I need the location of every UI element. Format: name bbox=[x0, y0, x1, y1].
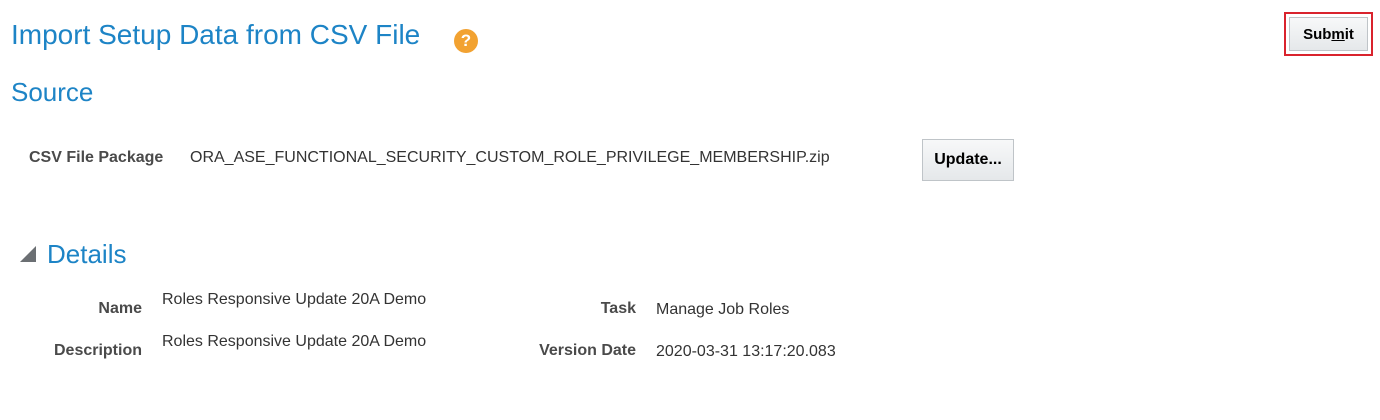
submit-label-post: it bbox=[1344, 25, 1354, 43]
task-label: Task bbox=[600, 300, 636, 317]
submit-focus-outline: Sub m it bbox=[1284, 12, 1373, 56]
submit-label-mnemonic: m bbox=[1331, 25, 1345, 43]
version-date-label: Version Date bbox=[539, 342, 636, 359]
submit-label-pre: Sub bbox=[1303, 25, 1332, 43]
task-value: Manage Job Roles bbox=[656, 301, 790, 318]
help-icon[interactable]: ? bbox=[454, 29, 478, 53]
csv-file-package-label: CSV File Package bbox=[29, 149, 164, 166]
details-section-title[interactable]: Details bbox=[47, 238, 126, 270]
name-label: Name bbox=[98, 300, 142, 317]
update-button[interactable]: Update... bbox=[922, 139, 1014, 181]
description-value: Roles Responsive Update 20A Demo bbox=[162, 333, 427, 350]
collapse-triangle-icon[interactable] bbox=[20, 246, 36, 262]
page-title: Import Setup Data from CSV File bbox=[11, 19, 421, 50]
version-date-value: 2020-03-31 13:17:20.083 bbox=[656, 343, 836, 360]
name-value: Roles Responsive Update 20A Demo bbox=[162, 291, 427, 308]
source-section-title: Source bbox=[11, 77, 94, 107]
submit-button[interactable]: Sub m it bbox=[1289, 17, 1368, 51]
csv-file-package-value: ORA_ASE_FUNCTIONAL_SECURITY_CUSTOM_ROLE_… bbox=[190, 149, 830, 166]
import-setup-page: Import Setup Data from CSV File ? Sub m it… bbox=[0, 0, 1380, 420]
description-label: Description bbox=[53, 342, 142, 359]
